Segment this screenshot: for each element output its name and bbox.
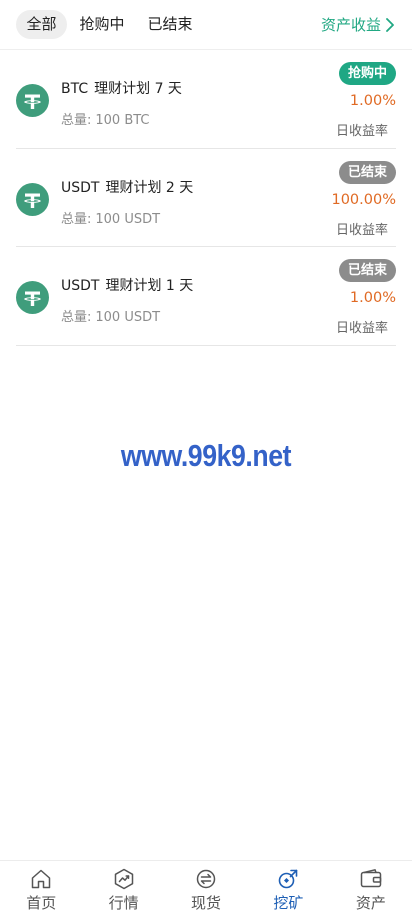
plan-row[interactable]: USDT 理财计划 2 天 总量: 100 USDT 已结束 100.00% 日收益… [16,149,396,247]
plan-total-label: 总量: [61,113,92,128]
tether-icon [16,84,49,117]
daily-rate: 1.00% [349,290,396,306]
top-filter-bar: 全部 抢购中 已结束 资产收益 [0,0,412,50]
tab-ended[interactable]: 已结束 [141,10,199,39]
status-badge: 抢购中 [338,62,396,85]
plan-title: 理财计划 7 天 [94,81,182,97]
nav-spot-label: 现货 [191,894,222,912]
plan-total-value: 100 BTC [95,113,150,128]
watermark-text: www.99k9.net [120,438,292,473]
plan-name: USDT 理财计划 1 天 [61,275,193,295]
plan-list: BTC 理财计划 7 天 总量: 100 BTC 抢购中 1.00% 日收益率 US… [16,50,396,346]
plan-total: 总量: 100 USDT [61,208,160,227]
daily-rate-label: 日收益率 [335,321,388,336]
plan-coin: USDT [61,179,100,196]
asset-earnings-label: 资产收益 [320,16,381,34]
plan-coin: USDT [61,278,100,294]
asset-earnings-link[interactable]: 资产收益 [321,14,394,36]
tab-all[interactable]: 全部 [16,10,67,39]
status-badge: 已结束 [338,259,396,282]
home-icon [31,869,51,889]
plan-title: 理财计划 1 天 [105,278,194,294]
nav-spot[interactable]: 现货 [165,861,247,915]
nav-mining[interactable]: 挖矿 [247,861,329,915]
plan-total: 总量: 100 USDT [61,306,160,325]
plan-coin: BTC [61,81,89,97]
mining-icon [279,869,298,889]
plan-total-value: 100 USDT [95,310,161,325]
status-badge: 已结束 [338,160,396,184]
plan-title: 理财计划 2 天 [105,179,194,196]
plan-name: USDT 理财计划 2 天 [61,177,193,197]
nav-home[interactable]: 首页 [0,861,82,915]
tether-icon [16,182,49,216]
nav-market[interactable]: 行情 [82,861,164,915]
daily-rate-label: 日收益率 [335,222,388,238]
plan-total-value: 100 USDT [95,211,161,227]
tab-buying[interactable]: 抢购中 [73,10,131,39]
bottom-nav: 首页 行情 现货 挖矿 资产 [0,860,412,915]
exchange-icon [196,869,216,889]
nav-home-label: 首页 [26,894,57,912]
market-icon [114,868,133,890]
plan-row[interactable]: USDT 理财计划 1 天 总量: 100 USDT 已结束 1.00% 日收益率 [16,247,396,346]
daily-rate: 1.00% [349,93,396,109]
nav-market-label: 行情 [108,894,139,912]
plan-row[interactable]: BTC 理财计划 7 天 总量: 100 BTC 抢购中 1.00% 日收益率 [16,50,396,149]
nav-mining-label: 挖矿 [273,894,304,912]
wallet-icon [360,869,382,888]
daily-rate: 100.00% [331,191,396,208]
plan-total-label: 总量: [61,211,92,227]
nav-assets[interactable]: 资产 [330,861,412,915]
tether-icon [16,281,49,314]
plan-name: BTC 理财计划 7 天 [61,78,182,98]
plan-total-label: 总量: [61,310,92,325]
daily-rate-label: 日收益率 [335,124,388,139]
nav-assets-label: 资产 [355,894,386,912]
chevron-right-icon [386,18,394,32]
plan-total: 总量: 100 BTC [61,109,150,128]
